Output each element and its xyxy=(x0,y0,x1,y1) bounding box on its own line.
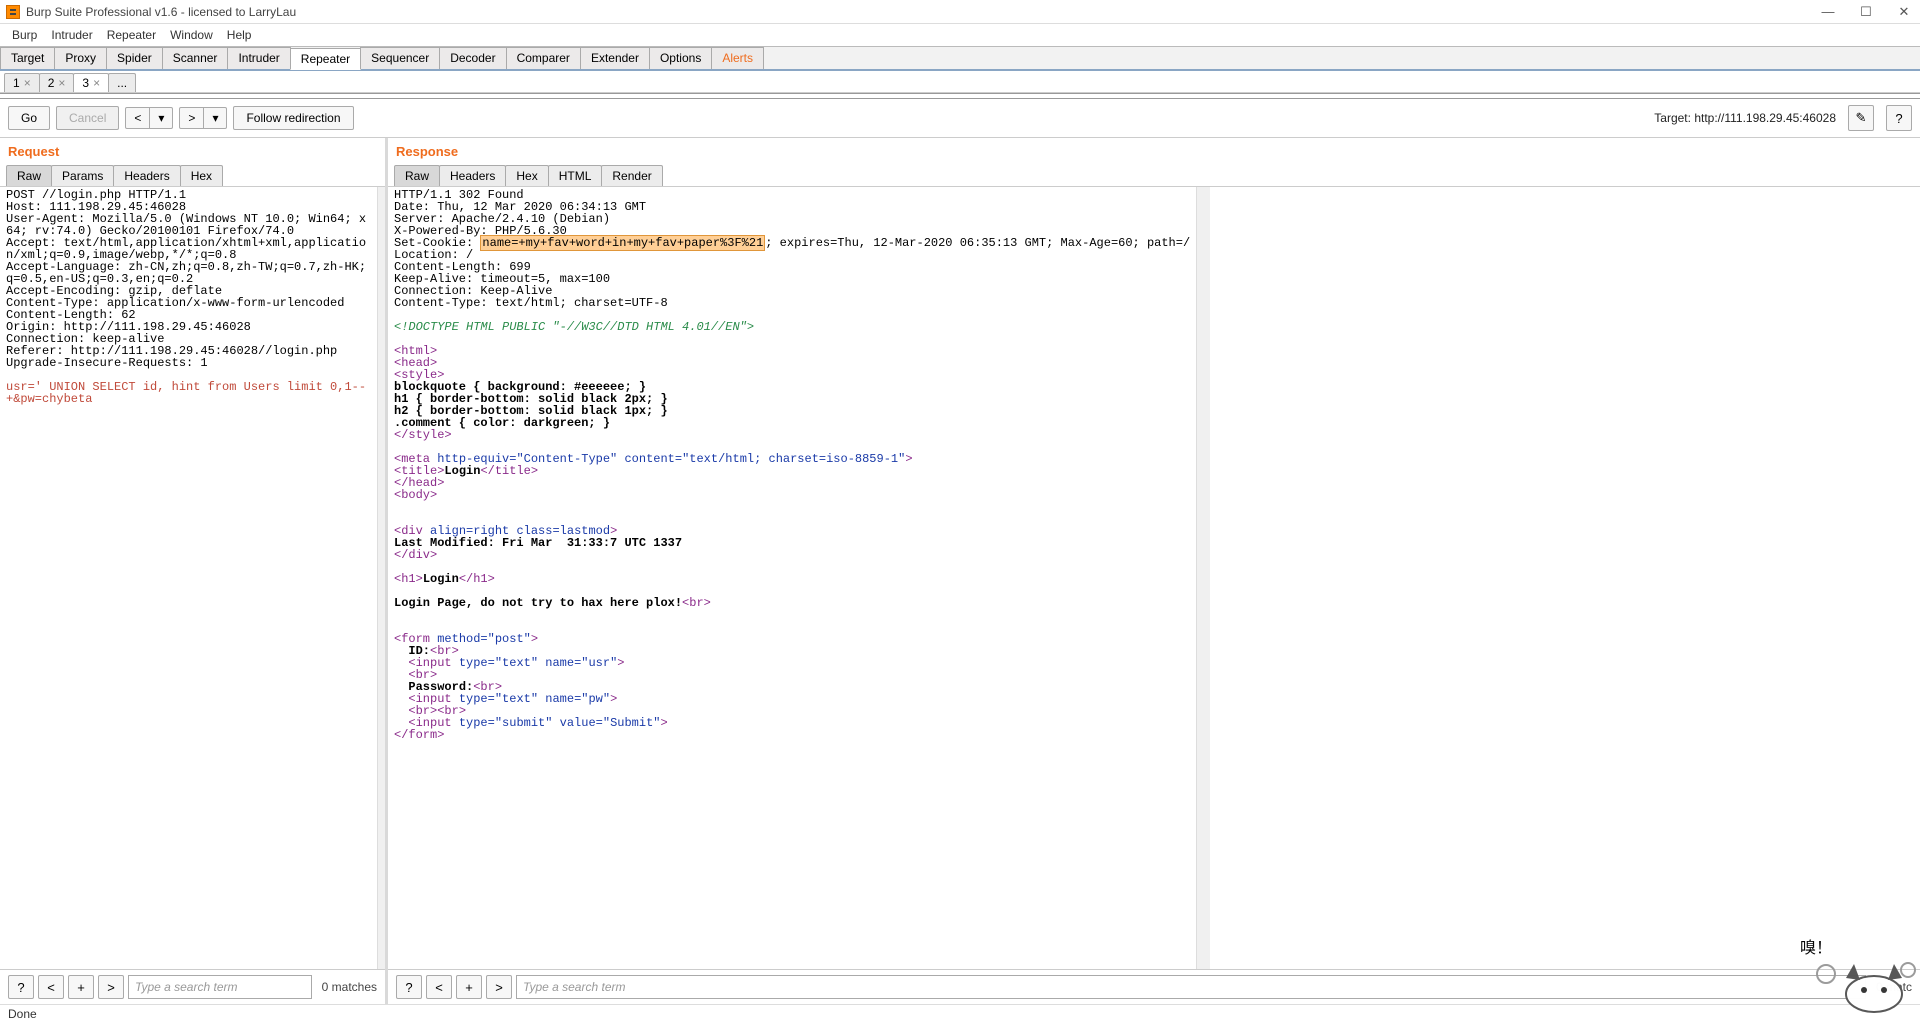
request-pane: Request Raw Params Headers Hex POST //lo… xyxy=(0,138,388,1004)
window-title: Burp Suite Professional v1.6 - licensed … xyxy=(26,5,1818,19)
request-tab-raw[interactable]: Raw xyxy=(6,165,52,186)
history-prev-menu[interactable]: ▾ xyxy=(150,107,173,129)
request-scrollbar[interactable] xyxy=(377,187,385,969)
history-prev-group: < ▾ xyxy=(125,107,173,129)
response-pane: Response Raw Headers Hex HTML Render HTT… xyxy=(388,138,1920,1004)
subtab-new[interactable]: ... xyxy=(108,73,136,92)
request-tab-headers[interactable]: Headers xyxy=(113,165,180,186)
window-titlebar: Burp Suite Professional v1.6 - licensed … xyxy=(0,0,1920,24)
burp-logo-icon xyxy=(6,5,20,19)
search-plus-button[interactable]: + xyxy=(68,975,94,999)
history-next-menu[interactable]: ▾ xyxy=(204,107,227,129)
menu-help[interactable]: Help xyxy=(221,26,258,44)
tab-repeater[interactable]: Repeater xyxy=(290,48,361,70)
close-icon[interactable]: × xyxy=(93,76,100,90)
go-button[interactable]: Go xyxy=(8,106,50,130)
request-tab-params[interactable]: Params xyxy=(51,165,114,186)
search-prev-button[interactable]: < xyxy=(426,975,452,999)
repeater-subtabs: 1× 2× 3× ... xyxy=(0,71,1920,93)
cancel-button[interactable]: Cancel xyxy=(56,106,119,130)
tab-target[interactable]: Target xyxy=(0,47,55,69)
tab-spider[interactable]: Spider xyxy=(106,47,163,69)
response-tab-raw[interactable]: Raw xyxy=(394,165,440,186)
response-tab-html[interactable]: HTML xyxy=(548,165,603,186)
menu-repeater[interactable]: Repeater xyxy=(101,26,162,44)
edit-target-button[interactable]: ✎ xyxy=(1848,105,1874,131)
menu-burp[interactable]: Burp xyxy=(6,26,43,44)
response-tabs: Raw Headers Hex HTML Render xyxy=(388,165,1920,187)
subtab-3[interactable]: 3× xyxy=(73,73,109,92)
tab-alerts[interactable]: Alerts xyxy=(711,47,764,69)
request-tabs: Raw Params Headers Hex xyxy=(0,165,385,187)
search-plus-button[interactable]: + xyxy=(456,975,482,999)
pencil-icon: ✎ xyxy=(1856,110,1867,126)
request-headers-text: POST //login.php HTTP/1.1 Host: 111.198.… xyxy=(6,188,366,370)
response-tab-hex[interactable]: Hex xyxy=(505,165,548,186)
response-title: Response xyxy=(388,138,1920,165)
doctype-line: <!DOCTYPE HTML PUBLIC "-//W3C//DTD HTML … xyxy=(394,320,754,334)
tab-intruder[interactable]: Intruder xyxy=(227,47,290,69)
history-next-button[interactable]: > xyxy=(179,107,204,129)
search-matches: 0 matc xyxy=(1876,980,1912,994)
search-input[interactable] xyxy=(516,975,1866,999)
response-cookie-highlight: name=+my+fav+word+in+my+fav+paper%3F%21 xyxy=(480,235,765,251)
split-panes: Request Raw Params Headers Hex POST //lo… xyxy=(0,137,1920,1004)
response-searchbar: ? < + > 0 matc xyxy=(388,969,1920,1004)
tab-extender[interactable]: Extender xyxy=(580,47,650,69)
tab-scanner[interactable]: Scanner xyxy=(162,47,229,69)
response-scrollbar[interactable] xyxy=(1196,187,1210,969)
search-input[interactable] xyxy=(128,975,312,999)
search-next-button[interactable]: > xyxy=(486,975,512,999)
tab-comparer[interactable]: Comparer xyxy=(506,47,581,69)
request-editor[interactable]: POST //login.php HTTP/1.1 Host: 111.198.… xyxy=(0,187,377,969)
subtab-1[interactable]: 1× xyxy=(4,73,40,92)
help-icon: ? xyxy=(1895,111,1902,126)
history-next-group: > ▾ xyxy=(179,107,227,129)
response-tab-render[interactable]: Render xyxy=(601,165,662,186)
search-matches: 0 matches xyxy=(322,980,377,994)
close-button[interactable]: ✕ xyxy=(1894,2,1914,22)
search-prev-button[interactable]: < xyxy=(38,975,64,999)
status-bar: Done xyxy=(0,1004,1920,1024)
search-next-button[interactable]: > xyxy=(98,975,124,999)
response-tab-headers[interactable]: Headers xyxy=(439,165,506,186)
maximize-button[interactable]: ☐ xyxy=(1856,2,1876,22)
tab-proxy[interactable]: Proxy xyxy=(54,47,107,69)
menu-intruder[interactable]: Intruder xyxy=(45,26,98,44)
menubar: Burp Intruder Repeater Window Help xyxy=(0,24,1920,46)
request-title: Request xyxy=(0,138,385,165)
menu-window[interactable]: Window xyxy=(164,26,219,44)
request-searchbar: ? < + > 0 matches xyxy=(0,969,385,1004)
minimize-button[interactable]: — xyxy=(1818,2,1838,22)
follow-redirection-button[interactable]: Follow redirection xyxy=(233,106,353,130)
tab-sequencer[interactable]: Sequencer xyxy=(360,47,440,69)
tab-options[interactable]: Options xyxy=(649,47,712,69)
close-icon[interactable]: × xyxy=(58,76,65,90)
subtab-2[interactable]: 2× xyxy=(39,73,75,92)
search-help-button[interactable]: ? xyxy=(396,975,422,999)
target-label: Target: http://111.198.29.45:46028 xyxy=(1654,111,1836,125)
response-editor[interactable]: HTTP/1.1 302 Found Date: Thu, 12 Mar 202… xyxy=(388,187,1196,969)
tab-decoder[interactable]: Decoder xyxy=(439,47,506,69)
request-body-text: usr=' UNION SELECT id, hint from Users l… xyxy=(6,380,366,406)
target-help-button[interactable]: ? xyxy=(1886,105,1912,131)
close-icon[interactable]: × xyxy=(24,76,31,90)
repeater-toolbar: Go Cancel < ▾ > ▾ Follow redirection Tar… xyxy=(0,99,1920,137)
history-prev-button[interactable]: < xyxy=(125,107,150,129)
main-tabs: Target Proxy Spider Scanner Intruder Rep… xyxy=(0,46,1920,71)
request-tab-hex[interactable]: Hex xyxy=(180,165,223,186)
search-help-button[interactable]: ? xyxy=(8,975,34,999)
